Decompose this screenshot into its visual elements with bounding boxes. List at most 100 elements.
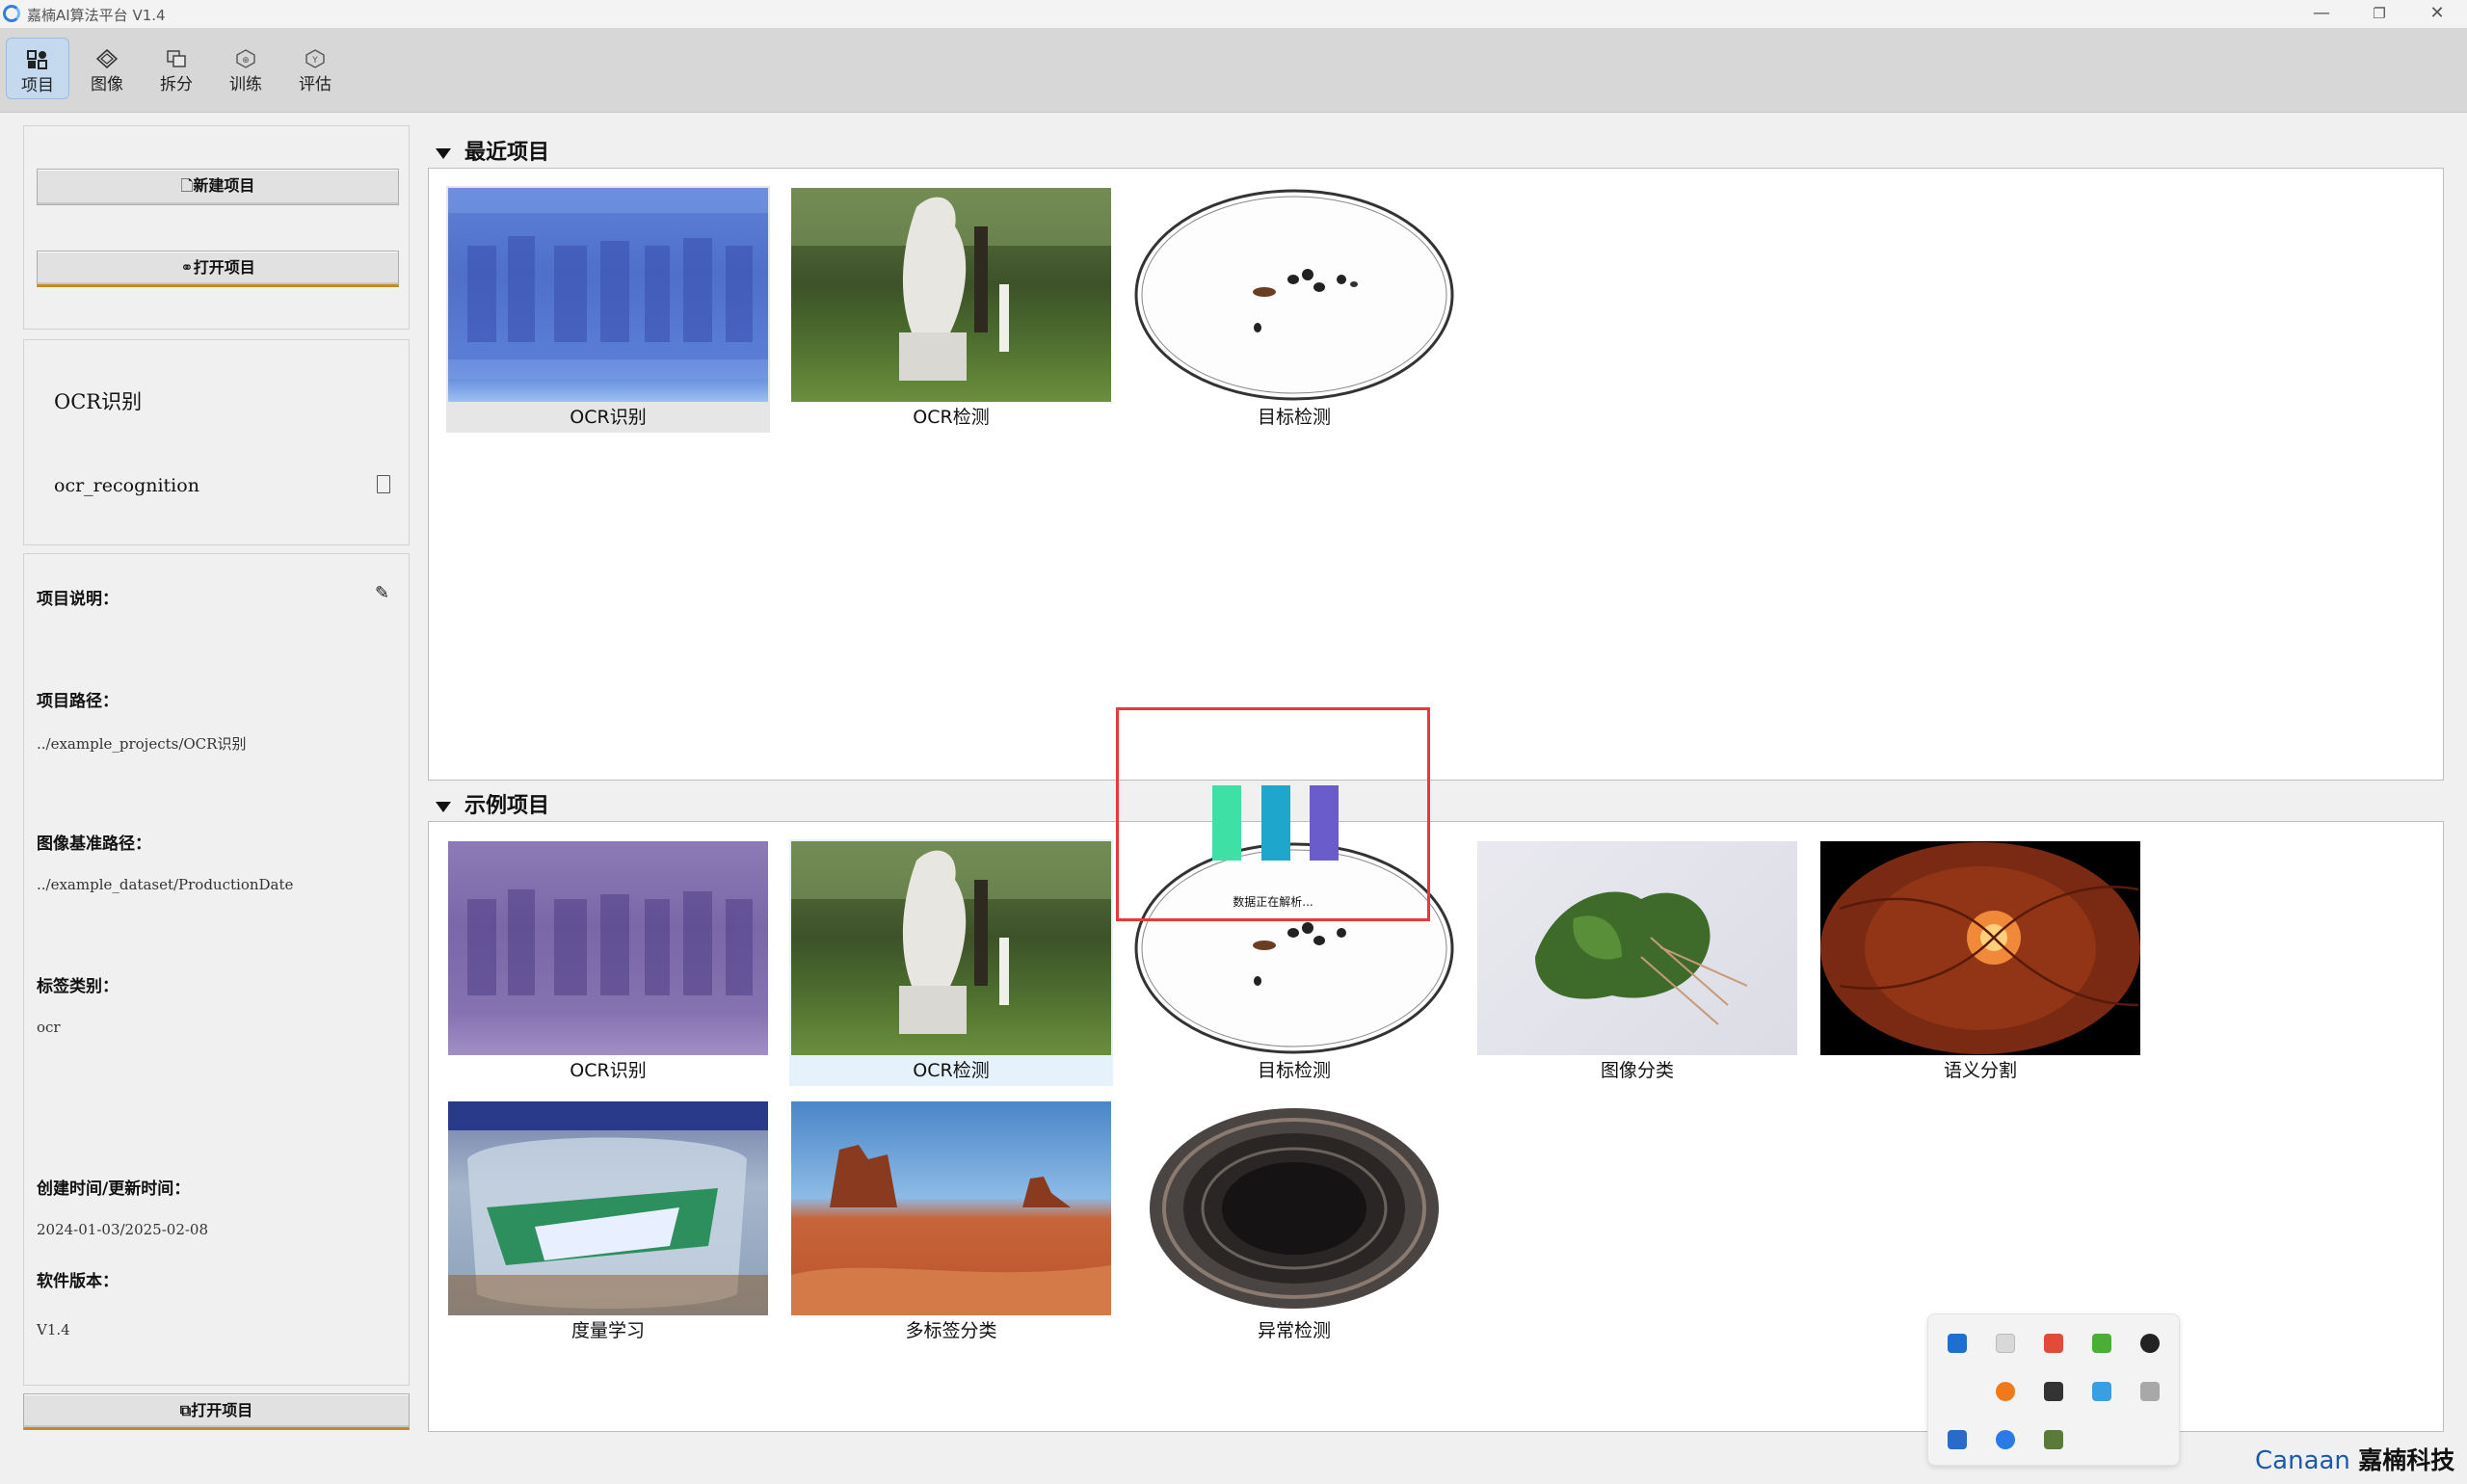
brand-logo: Canaan 嘉楠科技 xyxy=(2255,1446,2455,1475)
recent-card-object-detection[interactable]: 目标检测 xyxy=(1132,186,1456,433)
search-tool-icon[interactable] xyxy=(1996,1382,2015,1401)
version-label: 软件版本： xyxy=(37,1272,119,1291)
open-project-bottom-button[interactable]: ⧉打开项目 xyxy=(23,1393,410,1430)
system-tray-popup xyxy=(1927,1313,2180,1466)
statue-thumb xyxy=(791,188,1111,402)
file-icon[interactable] xyxy=(377,475,390,493)
new-file-icon: 🗋 xyxy=(180,176,194,195)
link-icon: ⚭ xyxy=(180,258,194,277)
train-icon: ⊕ xyxy=(236,49,255,68)
open-external-icon: ⧉ xyxy=(179,1401,192,1419)
tray-app-icon[interactable] xyxy=(2140,1334,2160,1353)
project-info-panel: OCR识别 ocr_recognition xyxy=(23,339,410,545)
tool-split-label: 拆分 xyxy=(160,75,193,94)
svg-text:⊕: ⊕ xyxy=(242,56,250,66)
tool-train-label: 训练 xyxy=(229,75,262,94)
action-panel: 🗋新建项目 ⚭打开项目 xyxy=(23,125,410,330)
example-card-metric-learning[interactable]: 度量学习 xyxy=(446,1100,770,1346)
spinach-thumb xyxy=(1477,841,1797,1055)
example-card-image-classification[interactable]: 图像分类 xyxy=(1475,839,1799,1086)
tray-app-icon[interactable] xyxy=(2044,1430,2063,1449)
statue-thumb xyxy=(791,841,1111,1055)
ocr-text-purple-thumb xyxy=(448,841,768,1055)
tool-evaluate-label: 评估 xyxy=(299,75,332,94)
card-caption: 目标检测 xyxy=(1257,1060,1331,1081)
tool-split[interactable]: 拆分 xyxy=(145,38,208,99)
tray-app-icon[interactable] xyxy=(2092,1382,2111,1401)
card-caption: OCR识别 xyxy=(570,407,647,428)
edit-icon[interactable]: ✎ xyxy=(375,583,389,603)
time-value: 2024-01-03/2025-02-08 xyxy=(37,1221,209,1238)
time-label: 创建时间/更新时间： xyxy=(37,1179,191,1199)
desc-label: 项目说明： xyxy=(37,590,119,609)
split-icon xyxy=(167,50,186,67)
card-caption: OCR识别 xyxy=(570,1060,647,1081)
card-caption: 多标签分类 xyxy=(905,1320,997,1341)
example-card-ocr-detection[interactable]: OCR检测 xyxy=(789,839,1113,1086)
project-id: ocr_recognition xyxy=(54,475,199,496)
example-card-anomaly-detection[interactable]: 异常检测 xyxy=(1132,1100,1456,1346)
tool-project-label: 项目 xyxy=(21,76,54,95)
card-caption: 目标检测 xyxy=(1257,407,1331,428)
minimize-button[interactable]: — xyxy=(2297,2,2346,25)
restore-button[interactable]: ❐ xyxy=(2355,2,2403,25)
path-label: 项目路径： xyxy=(37,692,119,711)
loading-bar xyxy=(1310,785,1339,861)
examples-header[interactable]: 示例项目 xyxy=(436,788,549,819)
project-icon xyxy=(27,50,47,69)
card-caption: OCR检测 xyxy=(913,407,990,428)
card-caption: 异常检测 xyxy=(1257,1320,1331,1341)
tool-train[interactable]: ⊕ 训练 xyxy=(214,38,278,99)
recent-header[interactable]: 最近项目 xyxy=(436,135,549,166)
new-project-button[interactable]: 🗋新建项目 xyxy=(37,169,399,205)
collapse-icon xyxy=(436,147,451,159)
evaluate-icon: Y xyxy=(305,49,325,68)
tray-app-icon[interactable] xyxy=(2044,1334,2063,1353)
loading-overlay: 数据正在解析... xyxy=(1116,707,1430,921)
project-name: OCR识别 xyxy=(54,390,143,413)
tray-app-icon[interactable] xyxy=(2044,1382,2063,1401)
tool-image[interactable]: 图像 xyxy=(75,38,139,99)
app-logo-icon xyxy=(3,5,20,22)
tool-project[interactable]: 项目 xyxy=(6,38,69,99)
open-project-button[interactable]: ⚭打开项目 xyxy=(37,251,399,287)
image-path-value: ../example_dataset/ProductionDate xyxy=(37,876,294,893)
card-caption: OCR检测 xyxy=(913,1060,990,1081)
recent-card-ocr-recognition[interactable]: OCR识别 xyxy=(446,186,770,433)
version-value: V1.4 xyxy=(37,1321,70,1338)
tag-label: 标签类别： xyxy=(37,977,119,996)
image-icon xyxy=(96,49,118,68)
loading-bar xyxy=(1261,785,1290,861)
path-value: ../example_projects/OCR识别 xyxy=(37,735,247,753)
security-shield-icon[interactable] xyxy=(1948,1430,1967,1449)
bottle-thumb xyxy=(448,1101,768,1315)
retina-thumb xyxy=(1820,841,2140,1055)
tag-value: ocr xyxy=(37,1019,61,1036)
insects-dish-thumb xyxy=(1134,188,1454,402)
nvidia-icon[interactable] xyxy=(2092,1334,2111,1353)
tool-evaluate[interactable]: Y 评估 xyxy=(283,38,347,99)
card-caption: 图像分类 xyxy=(1600,1060,1674,1081)
collapse-icon xyxy=(436,801,451,812)
window-title: 嘉楠AI算法平台 V1.4 xyxy=(27,7,166,24)
desert-thumb xyxy=(791,1101,1111,1315)
tray-app-icon[interactable] xyxy=(1996,1334,2015,1353)
recent-projects-board: OCR识别 OCR检测 目标检测 xyxy=(428,168,2444,781)
card-caption: 度量学习 xyxy=(570,1320,645,1341)
image-path-label: 图像基准路径： xyxy=(37,835,151,854)
tray-app-icon[interactable] xyxy=(1948,1334,1967,1353)
bluetooth-icon[interactable] xyxy=(1996,1430,2015,1449)
title-bar: 嘉楠AI算法平台 V1.4 — ❐ ✕ xyxy=(0,0,2467,28)
loading-text: 数据正在解析... xyxy=(1233,895,1313,909)
tool-image-label: 图像 xyxy=(91,75,123,94)
ocr-text-thumb xyxy=(448,188,768,402)
example-card-multilabel-classification[interactable]: 多标签分类 xyxy=(789,1100,1113,1346)
close-button[interactable]: ✕ xyxy=(2413,2,2461,25)
tray-app-icon[interactable] xyxy=(2140,1382,2160,1401)
example-card-semantic-segmentation[interactable]: 语义分割 xyxy=(1818,839,2142,1086)
card-caption: 语义分割 xyxy=(1943,1060,2017,1081)
example-card-ocr-recognition[interactable]: OCR识别 xyxy=(446,839,770,1086)
svg-text:Y: Y xyxy=(311,56,318,66)
recent-card-ocr-detection[interactable]: OCR检测 xyxy=(789,186,1113,433)
bearing-thumb xyxy=(1134,1101,1454,1315)
